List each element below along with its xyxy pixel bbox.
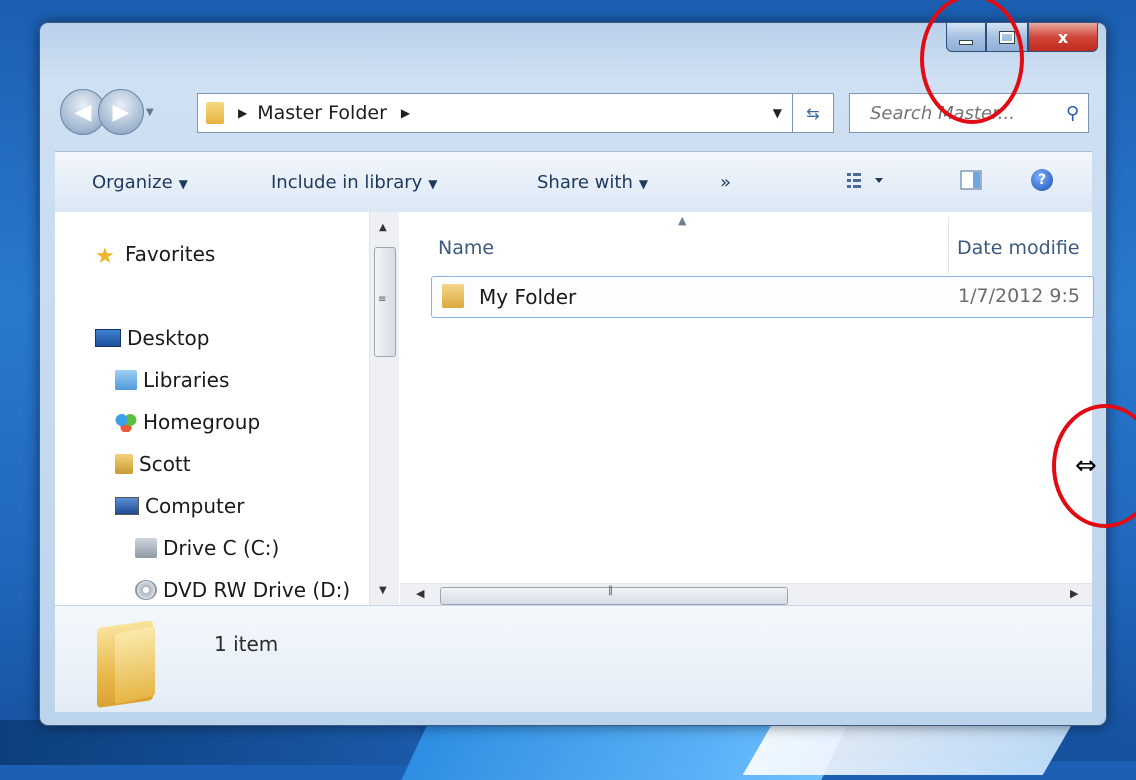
desktop-icon: [95, 329, 121, 347]
nav-item-label: Favorites: [125, 242, 216, 266]
chevron-down-icon: ▼: [428, 177, 438, 191]
chevron-down-icon: ▼: [638, 177, 649, 191]
preview-pane-icon: [960, 170, 982, 190]
nav-item-label: DVD RW Drive (D:): [163, 578, 351, 602]
large-folder-front: [115, 625, 155, 705]
preview-pane-button[interactable]: [960, 169, 982, 191]
navigation-pane: ★ Favorites Desktop Libraries Homegroup …: [55, 212, 399, 605]
chevron-down-icon: ▼: [178, 177, 188, 191]
nav-item-drive-c[interactable]: Drive C (C:): [135, 536, 279, 560]
nav-item-label: Libraries: [143, 368, 230, 392]
user-folder-icon: [115, 454, 133, 474]
nav-item-label: Drive C (C:): [163, 536, 280, 560]
sort-arrow-icon: ▲: [678, 214, 687, 227]
close-icon: x: [1057, 27, 1069, 47]
desktop-wallpaper-dark: [0, 720, 420, 765]
resize-cursor-icon: ⇔: [1075, 451, 1097, 481]
folder-icon: [206, 102, 224, 124]
nav-item-homegroup[interactable]: Homegroup: [115, 410, 260, 434]
share-with-button[interactable]: Share with ▼: [537, 172, 648, 193]
nav-item-label: Computer: [145, 494, 245, 518]
nav-item-favorites[interactable]: ★ Favorites: [95, 242, 216, 269]
back-arrow-icon: ◀: [74, 99, 92, 125]
folder-icon: [442, 284, 464, 308]
forward-button[interactable]: ▶: [98, 89, 144, 135]
command-bar: Organize ▼ Include in library ▼ Share with…: [55, 151, 1092, 213]
file-list-pane: ▲ Name Date modifie My Folder 1/7/2012 9…: [400, 212, 1094, 606]
dvd-drive-icon: [135, 580, 157, 600]
nav-item-label: Homegroup: [143, 410, 261, 434]
nav-item-scott[interactable]: Scott: [115, 452, 191, 476]
address-bar[interactable]: ▶ Master Folder ▶ ▼: [197, 93, 793, 133]
nav-item-dvd-drive[interactable]: DVD RW Drive (D:): [135, 578, 350, 602]
libraries-icon: [115, 370, 137, 390]
annotation-circle-maximize: [920, 0, 1024, 124]
horizontal-scrollbar[interactable]: ◀ ‖ ▶: [400, 583, 1092, 606]
scrollbar-grip: ‖: [608, 585, 613, 596]
breadcrumb-master-folder[interactable]: Master Folder: [257, 102, 387, 124]
more-label: »: [720, 172, 732, 193]
view-icon: [847, 173, 883, 188]
organize-label: Organize: [92, 172, 173, 193]
nav-pane-scrollbar[interactable]: ▲ ≡ ▼: [369, 212, 399, 605]
file-name: My Folder: [479, 285, 577, 309]
content-area: ★ Favorites Desktop Libraries Homegroup …: [55, 212, 1094, 606]
refresh-icon: ⇆: [806, 103, 820, 123]
scroll-down-icon[interactable]: ▼: [379, 585, 387, 596]
scroll-left-icon[interactable]: ◀: [416, 587, 424, 600]
column-header-name[interactable]: Name: [438, 237, 494, 259]
details-pane: 1 item: [55, 605, 1092, 712]
scrollbar-grip: ≡: [378, 294, 387, 305]
scroll-up-icon[interactable]: ▲: [379, 222, 387, 233]
share-with-label: Share with: [537, 172, 633, 193]
computer-icon: [115, 497, 139, 515]
explorer-window: x ◀ ▶ ▼ ▶ Master Folder ▶ ▼ ⇆ ⚲ Organize…: [39, 22, 1107, 726]
column-header-date-modified[interactable]: Date modifie: [957, 237, 1080, 259]
help-icon[interactable]: ?: [1031, 169, 1053, 191]
file-date: 1/7/2012 9:5: [958, 285, 1080, 307]
close-button[interactable]: x: [1028, 23, 1098, 52]
recent-pages-dropdown[interactable]: ▼: [146, 107, 154, 118]
scroll-right-icon[interactable]: ▶: [1070, 587, 1078, 600]
homegroup-icon: [115, 412, 137, 432]
column-divider[interactable]: [948, 217, 949, 275]
nav-item-libraries[interactable]: Libraries: [115, 368, 229, 392]
refresh-button[interactable]: ⇆: [793, 93, 834, 133]
item-count: 1 item: [214, 632, 279, 656]
nav-item-desktop[interactable]: Desktop: [95, 326, 209, 350]
drive-icon: [135, 538, 157, 558]
breadcrumb-separator[interactable]: ▶: [238, 106, 247, 120]
include-in-library-button[interactable]: Include in library ▼: [271, 172, 438, 193]
nav-item-label: Desktop: [127, 326, 210, 350]
breadcrumb-separator-end[interactable]: ▶: [401, 106, 410, 120]
star-icon: ★: [95, 244, 115, 269]
address-dropdown-icon[interactable]: ▼: [773, 106, 782, 120]
forward-arrow-icon: ▶: [112, 99, 130, 125]
include-in-library-label: Include in library: [271, 172, 423, 193]
horizontal-scrollbar-thumb[interactable]: [440, 587, 788, 605]
organize-button[interactable]: Organize ▼: [92, 172, 188, 193]
nav-item-label: Scott: [139, 452, 191, 476]
more-commands-button[interactable]: »: [720, 172, 731, 193]
nav-item-computer[interactable]: Computer: [115, 494, 244, 518]
search-icon[interactable]: ⚲: [1066, 103, 1079, 124]
change-view-button[interactable]: [845, 169, 883, 191]
file-row-my-folder[interactable]: My Folder 1/7/2012 9:5: [431, 276, 1094, 318]
